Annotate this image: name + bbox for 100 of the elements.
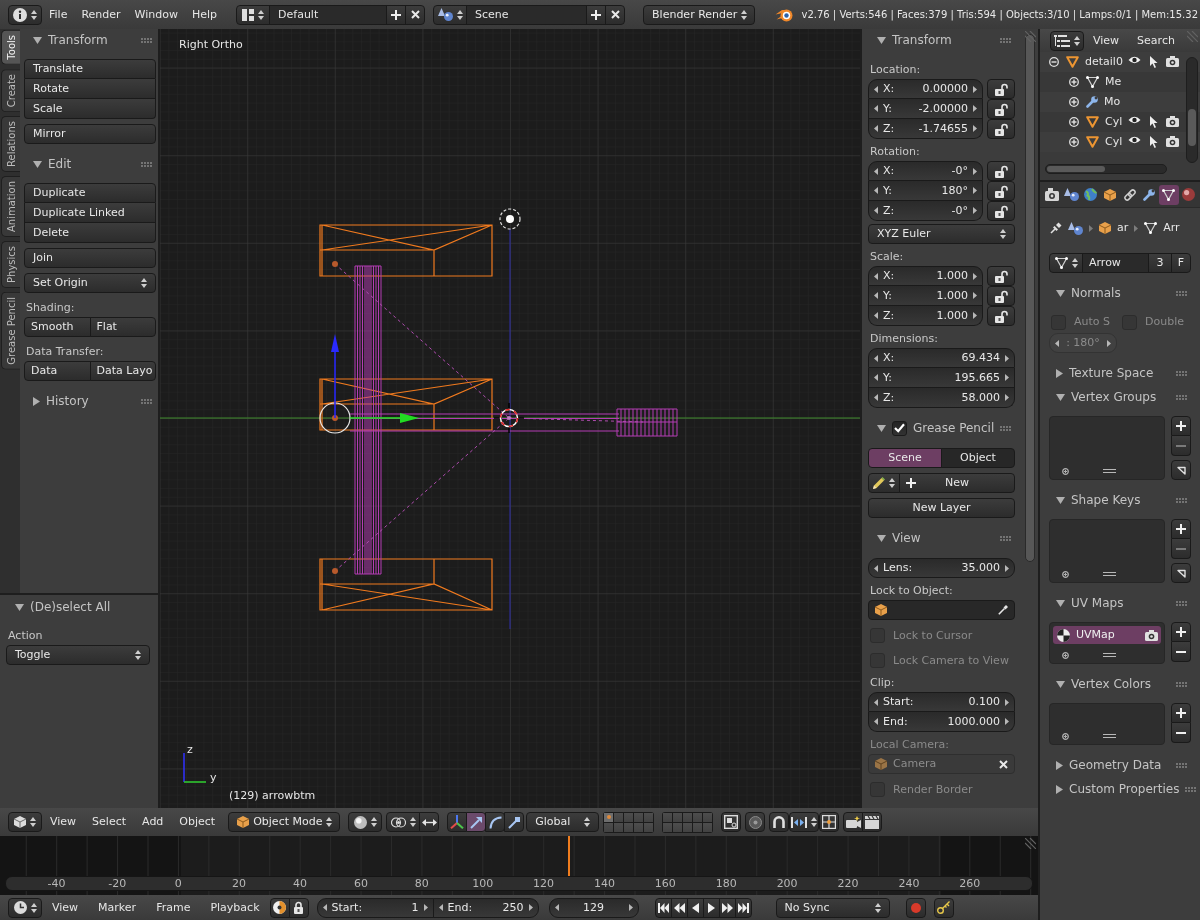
- number-field[interactable]: Y: 195.665: [868, 368, 1015, 388]
- record-button[interactable]: [905, 897, 926, 918]
- tool-button[interactable]: Data: [24, 361, 91, 381]
- dropdown[interactable]: Toggle: [6, 645, 150, 665]
- keying-set-button[interactable]: [933, 897, 954, 918]
- lock-toggle[interactable]: [987, 201, 1015, 221]
- drag-handle-icon[interactable]: [1000, 425, 1012, 431]
- pin-icon[interactable]: [1050, 222, 1062, 234]
- expand-toggle-icon[interactable]: [1069, 97, 1079, 107]
- panel-title[interactable]: History: [46, 393, 89, 409]
- render-image-button[interactable]: [843, 812, 864, 832]
- remove-button[interactable]: [1171, 723, 1191, 743]
- resize-grip-icon[interactable]: [1103, 734, 1116, 738]
- tree-item-label[interactable]: Me: [1105, 75, 1122, 89]
- menu-item[interactable]: Object: [171, 812, 224, 832]
- pencil-selector[interactable]: [868, 473, 900, 493]
- corner-grip-icon[interactable]: [1025, 838, 1036, 849]
- expand-triangle-icon[interactable]: [33, 36, 42, 44]
- layer-toggle[interactable]: [683, 812, 693, 822]
- corner-grip-icon[interactable]: [1025, 31, 1036, 42]
- shading-dropdown[interactable]: [348, 812, 383, 832]
- layer-toggle[interactable]: [614, 822, 624, 832]
- tree-item-label[interactable]: Mo: [1104, 95, 1121, 109]
- expand-triangle-icon[interactable]: [1056, 496, 1065, 504]
- lock-toggle[interactable]: [288, 897, 309, 918]
- panel-title[interactable]: Vertex Colors: [1071, 676, 1151, 692]
- snap-element-dropdown[interactable]: [789, 812, 820, 832]
- drag-handle-icon[interactable]: [1176, 681, 1187, 687]
- drag-handle-icon[interactable]: [1000, 37, 1011, 43]
- tree-item-label[interactable]: Cyl: [1105, 115, 1123, 129]
- vertical-scrollbar[interactable]: [1186, 57, 1198, 163]
- user-count-button[interactable]: 3: [1148, 253, 1172, 273]
- eye-icon[interactable]: [1128, 136, 1141, 144]
- mode-dropdown[interactable]: Object Mode: [228, 812, 341, 832]
- tool-button[interactable]: Delete: [24, 223, 156, 243]
- lock-toggle[interactable]: [987, 266, 1015, 286]
- scene-selector[interactable]: [433, 4, 468, 25]
- number-field[interactable]: Start: 0.100: [868, 692, 1015, 712]
- camera-icon[interactable]: [1166, 116, 1179, 127]
- number-field[interactable]: End: 250: [432, 897, 539, 918]
- lock-toggle[interactable]: [987, 119, 1015, 139]
- eye-icon[interactable]: [1128, 116, 1141, 124]
- camera-icon[interactable]: [1166, 136, 1179, 147]
- specials-menu-button[interactable]: [1171, 460, 1191, 480]
- drag-handle-icon[interactable]: [1185, 786, 1197, 792]
- tool-button[interactable]: Flat: [89, 317, 156, 337]
- keyframe-toggle[interactable]: [269, 897, 290, 918]
- layer-toggle[interactable]: [634, 822, 644, 832]
- drag-handle-icon[interactable]: [1176, 290, 1187, 296]
- layer-toggle[interactable]: [663, 822, 673, 832]
- layer-toggle[interactable]: [693, 812, 703, 822]
- number-field[interactable]: X: 69.434: [868, 348, 1015, 368]
- snap-target-toggle[interactable]: [819, 812, 840, 832]
- layer-toggle[interactable]: [663, 812, 673, 822]
- panel-title[interactable]: Vertex Groups: [1071, 389, 1157, 405]
- center-points-toggle[interactable]: [419, 812, 440, 832]
- playhead[interactable]: [567, 836, 570, 876]
- manipulator-toggle[interactable]: [504, 812, 525, 832]
- tab[interactable]: Physics: [1, 240, 20, 288]
- drag-handle-icon[interactable]: [141, 398, 152, 404]
- number-field[interactable]: Y: 180°: [868, 181, 983, 201]
- layer-toggle[interactable]: [703, 812, 713, 822]
- corner-grip-icon[interactable]: [1187, 31, 1198, 42]
- expand-triangle-icon[interactable]: [877, 424, 886, 432]
- lock-toggle[interactable]: [987, 181, 1015, 201]
- proportional-edit-toggle[interactable]: [745, 812, 766, 832]
- lock-layers-toggle[interactable]: [721, 812, 742, 832]
- menu-item[interactable]: Frame: [146, 897, 201, 918]
- scrollbar-thumb[interactable]: [1025, 34, 1035, 562]
- pivot-dropdown[interactable]: [386, 812, 421, 832]
- expand-toggle-icon[interactable]: [1069, 137, 1079, 147]
- tool-button[interactable]: Rotate: [24, 79, 156, 99]
- expand-triangle-icon[interactable]: [33, 160, 42, 168]
- resize-grip-icon[interactable]: [1103, 653, 1116, 657]
- layer-toggle[interactable]: [673, 812, 683, 822]
- plus-circle-icon[interactable]: [1062, 570, 1069, 578]
- lock-toggle[interactable]: [987, 286, 1015, 306]
- editor-type-menu[interactable]: [8, 897, 42, 918]
- datablock-name-field[interactable]: Arrow: [1082, 253, 1149, 273]
- breadcrumb-item[interactable]: Arr: [1163, 221, 1180, 235]
- tool-button[interactable]: Data Layo: [89, 361, 156, 381]
- menu-item[interactable]: Playback: [200, 897, 270, 918]
- expand-toggle-icon[interactable]: [1069, 117, 1079, 127]
- delete-button[interactable]: [405, 4, 426, 25]
- number-field[interactable]: Z: 1.000: [868, 306, 983, 326]
- number-field[interactable]: End: 1000.000: [868, 712, 1015, 732]
- drag-handle-icon[interactable]: [141, 161, 152, 167]
- manipulator-toggle[interactable]: [466, 812, 487, 832]
- expand-toggle-icon[interactable]: [1069, 77, 1079, 87]
- add-button[interactable]: [1171, 703, 1191, 723]
- tree-item-label[interactable]: Cyl: [1105, 135, 1123, 149]
- expand-triangle-icon[interactable]: [1056, 393, 1065, 401]
- camera-icon[interactable]: [1166, 56, 1179, 67]
- scene-name-field[interactable]: Scene: [466, 4, 588, 25]
- number-field[interactable]: X: -0°: [868, 161, 983, 181]
- scrollbar-thumb[interactable]: [1047, 166, 1105, 172]
- drag-handle-icon[interactable]: [1176, 600, 1187, 606]
- snap-toggle[interactable]: [769, 812, 790, 832]
- pointer-icon[interactable]: [1149, 116, 1158, 128]
- menu-item[interactable]: Add: [134, 812, 172, 832]
